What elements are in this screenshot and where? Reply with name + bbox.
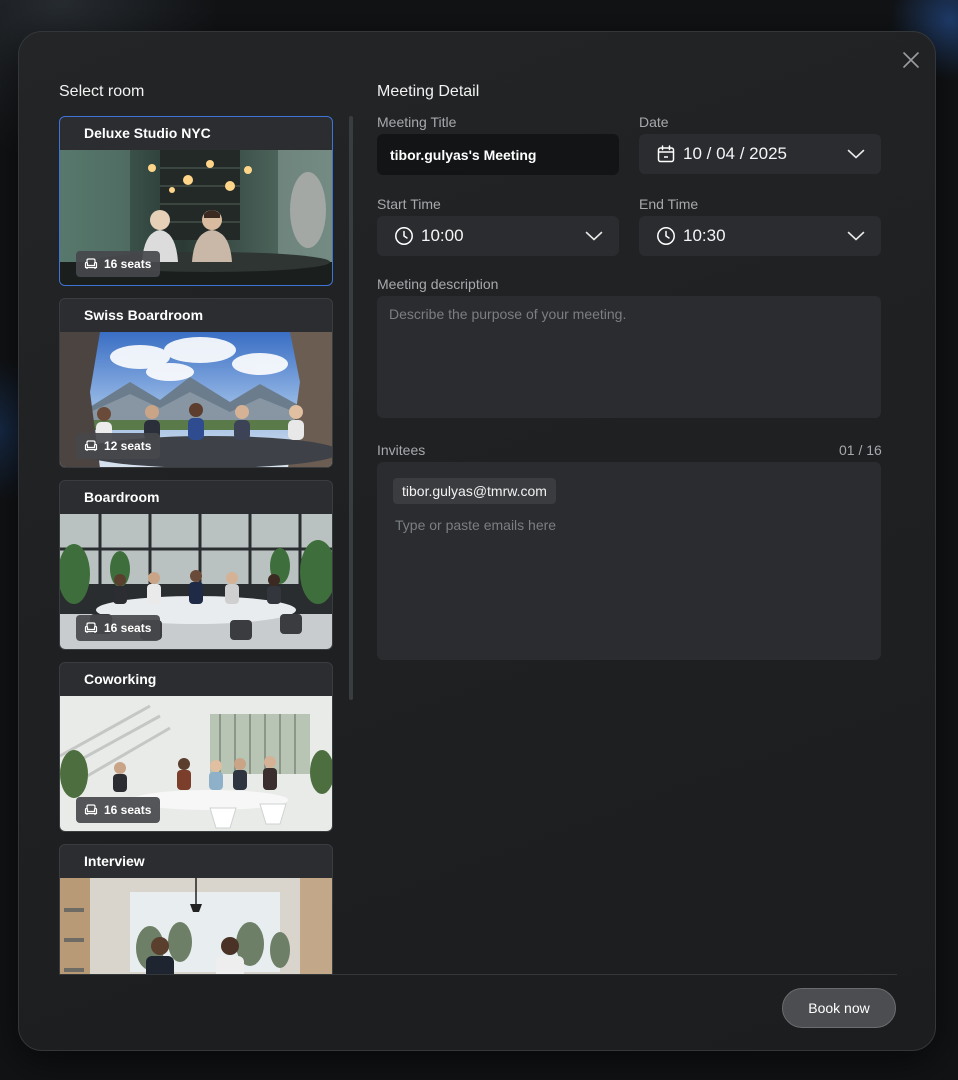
room-name: Interview xyxy=(84,853,145,869)
meeting-title-label: Meeting Title xyxy=(377,114,457,130)
clock-icon xyxy=(657,227,675,245)
chevron-down-icon xyxy=(585,231,603,241)
booking-modal: Select room Deluxe Studio NYC 16 seats S… xyxy=(18,31,936,1051)
seats-count: 16 seats xyxy=(104,257,152,271)
room-list[interactable]: Deluxe Studio NYC 16 seats Swiss Boardro… xyxy=(59,116,333,974)
seats-count: 16 seats xyxy=(104,621,152,635)
room-name: Deluxe Studio NYC xyxy=(84,125,211,141)
close-button[interactable] xyxy=(899,48,923,72)
room-name: Boardroom xyxy=(84,489,160,505)
room-card-coworking[interactable]: Coworking 16 seats xyxy=(59,662,333,832)
footer-divider xyxy=(59,974,897,975)
start-time-label: Start Time xyxy=(377,196,441,212)
clock-icon xyxy=(395,227,413,245)
meeting-title-input[interactable]: tibor.gulyas's Meeting xyxy=(377,134,619,175)
invitee-chip[interactable]: tibor.gulyas@tmrw.com xyxy=(393,478,556,504)
invitee-email: tibor.gulyas@tmrw.com xyxy=(402,483,547,499)
invitee-count: 01 / 16 xyxy=(839,442,882,458)
end-time-value: 10:30 xyxy=(683,226,726,245)
description-textarea[interactable]: Describe the purpose of your meeting. xyxy=(377,296,881,418)
seat-icon xyxy=(84,258,98,269)
chevron-down-icon xyxy=(847,231,865,241)
start-time-value: 10:00 xyxy=(421,226,464,245)
room-name: Swiss Boardroom xyxy=(84,307,204,323)
room-card-swiss-boardroom[interactable]: Swiss Boardroom 12 seats xyxy=(59,298,333,468)
end-time-label: End Time xyxy=(639,196,699,212)
room-card-interview[interactable]: Interview xyxy=(59,844,333,974)
chevron-down-icon xyxy=(847,149,865,159)
start-time-select[interactable]: 10:00 xyxy=(377,216,619,256)
seat-icon xyxy=(84,622,98,633)
invitees-label: Invitees xyxy=(377,442,426,458)
meeting-detail-heading: Meeting Detail xyxy=(377,83,480,100)
invitees-placeholder: Type or paste emails here xyxy=(395,517,557,533)
calendar-icon xyxy=(657,145,675,163)
date-picker[interactable]: 10 / 04 / 2025 xyxy=(639,134,881,174)
date-label: Date xyxy=(639,114,669,130)
seat-icon xyxy=(84,804,98,815)
seats-badge: 12 seats xyxy=(76,433,161,459)
description-label: Meeting description xyxy=(377,276,499,292)
room-list-scrollbar[interactable] xyxy=(349,116,353,700)
seats-count: 12 seats xyxy=(104,439,152,453)
room-card-boardroom[interactable]: Boardroom 16 seats xyxy=(59,480,333,650)
meeting-title-value: tibor.gulyas's Meeting xyxy=(390,147,537,163)
seats-badge: 16 seats xyxy=(76,797,161,823)
date-value: 10 / 04 / 2025 xyxy=(683,144,787,163)
seat-icon xyxy=(84,440,98,451)
end-time-select[interactable]: 10:30 xyxy=(639,216,881,256)
room-thumbnail xyxy=(60,878,332,974)
invitees-input[interactable]: tibor.gulyas@tmrw.com Type or paste emai… xyxy=(377,462,881,660)
seats-badge: 16 seats xyxy=(76,615,161,641)
room-card-deluxe-studio-nyc[interactable]: Deluxe Studio NYC 16 seats xyxy=(59,116,333,286)
book-now-button[interactable]: Book now xyxy=(782,988,896,1028)
select-room-heading: Select room xyxy=(59,83,145,100)
close-icon xyxy=(903,52,919,68)
description-placeholder: Describe the purpose of your meeting. xyxy=(389,306,627,322)
seats-badge: 16 seats xyxy=(76,251,161,277)
seats-count: 16 seats xyxy=(104,803,152,817)
room-name: Coworking xyxy=(84,671,157,687)
